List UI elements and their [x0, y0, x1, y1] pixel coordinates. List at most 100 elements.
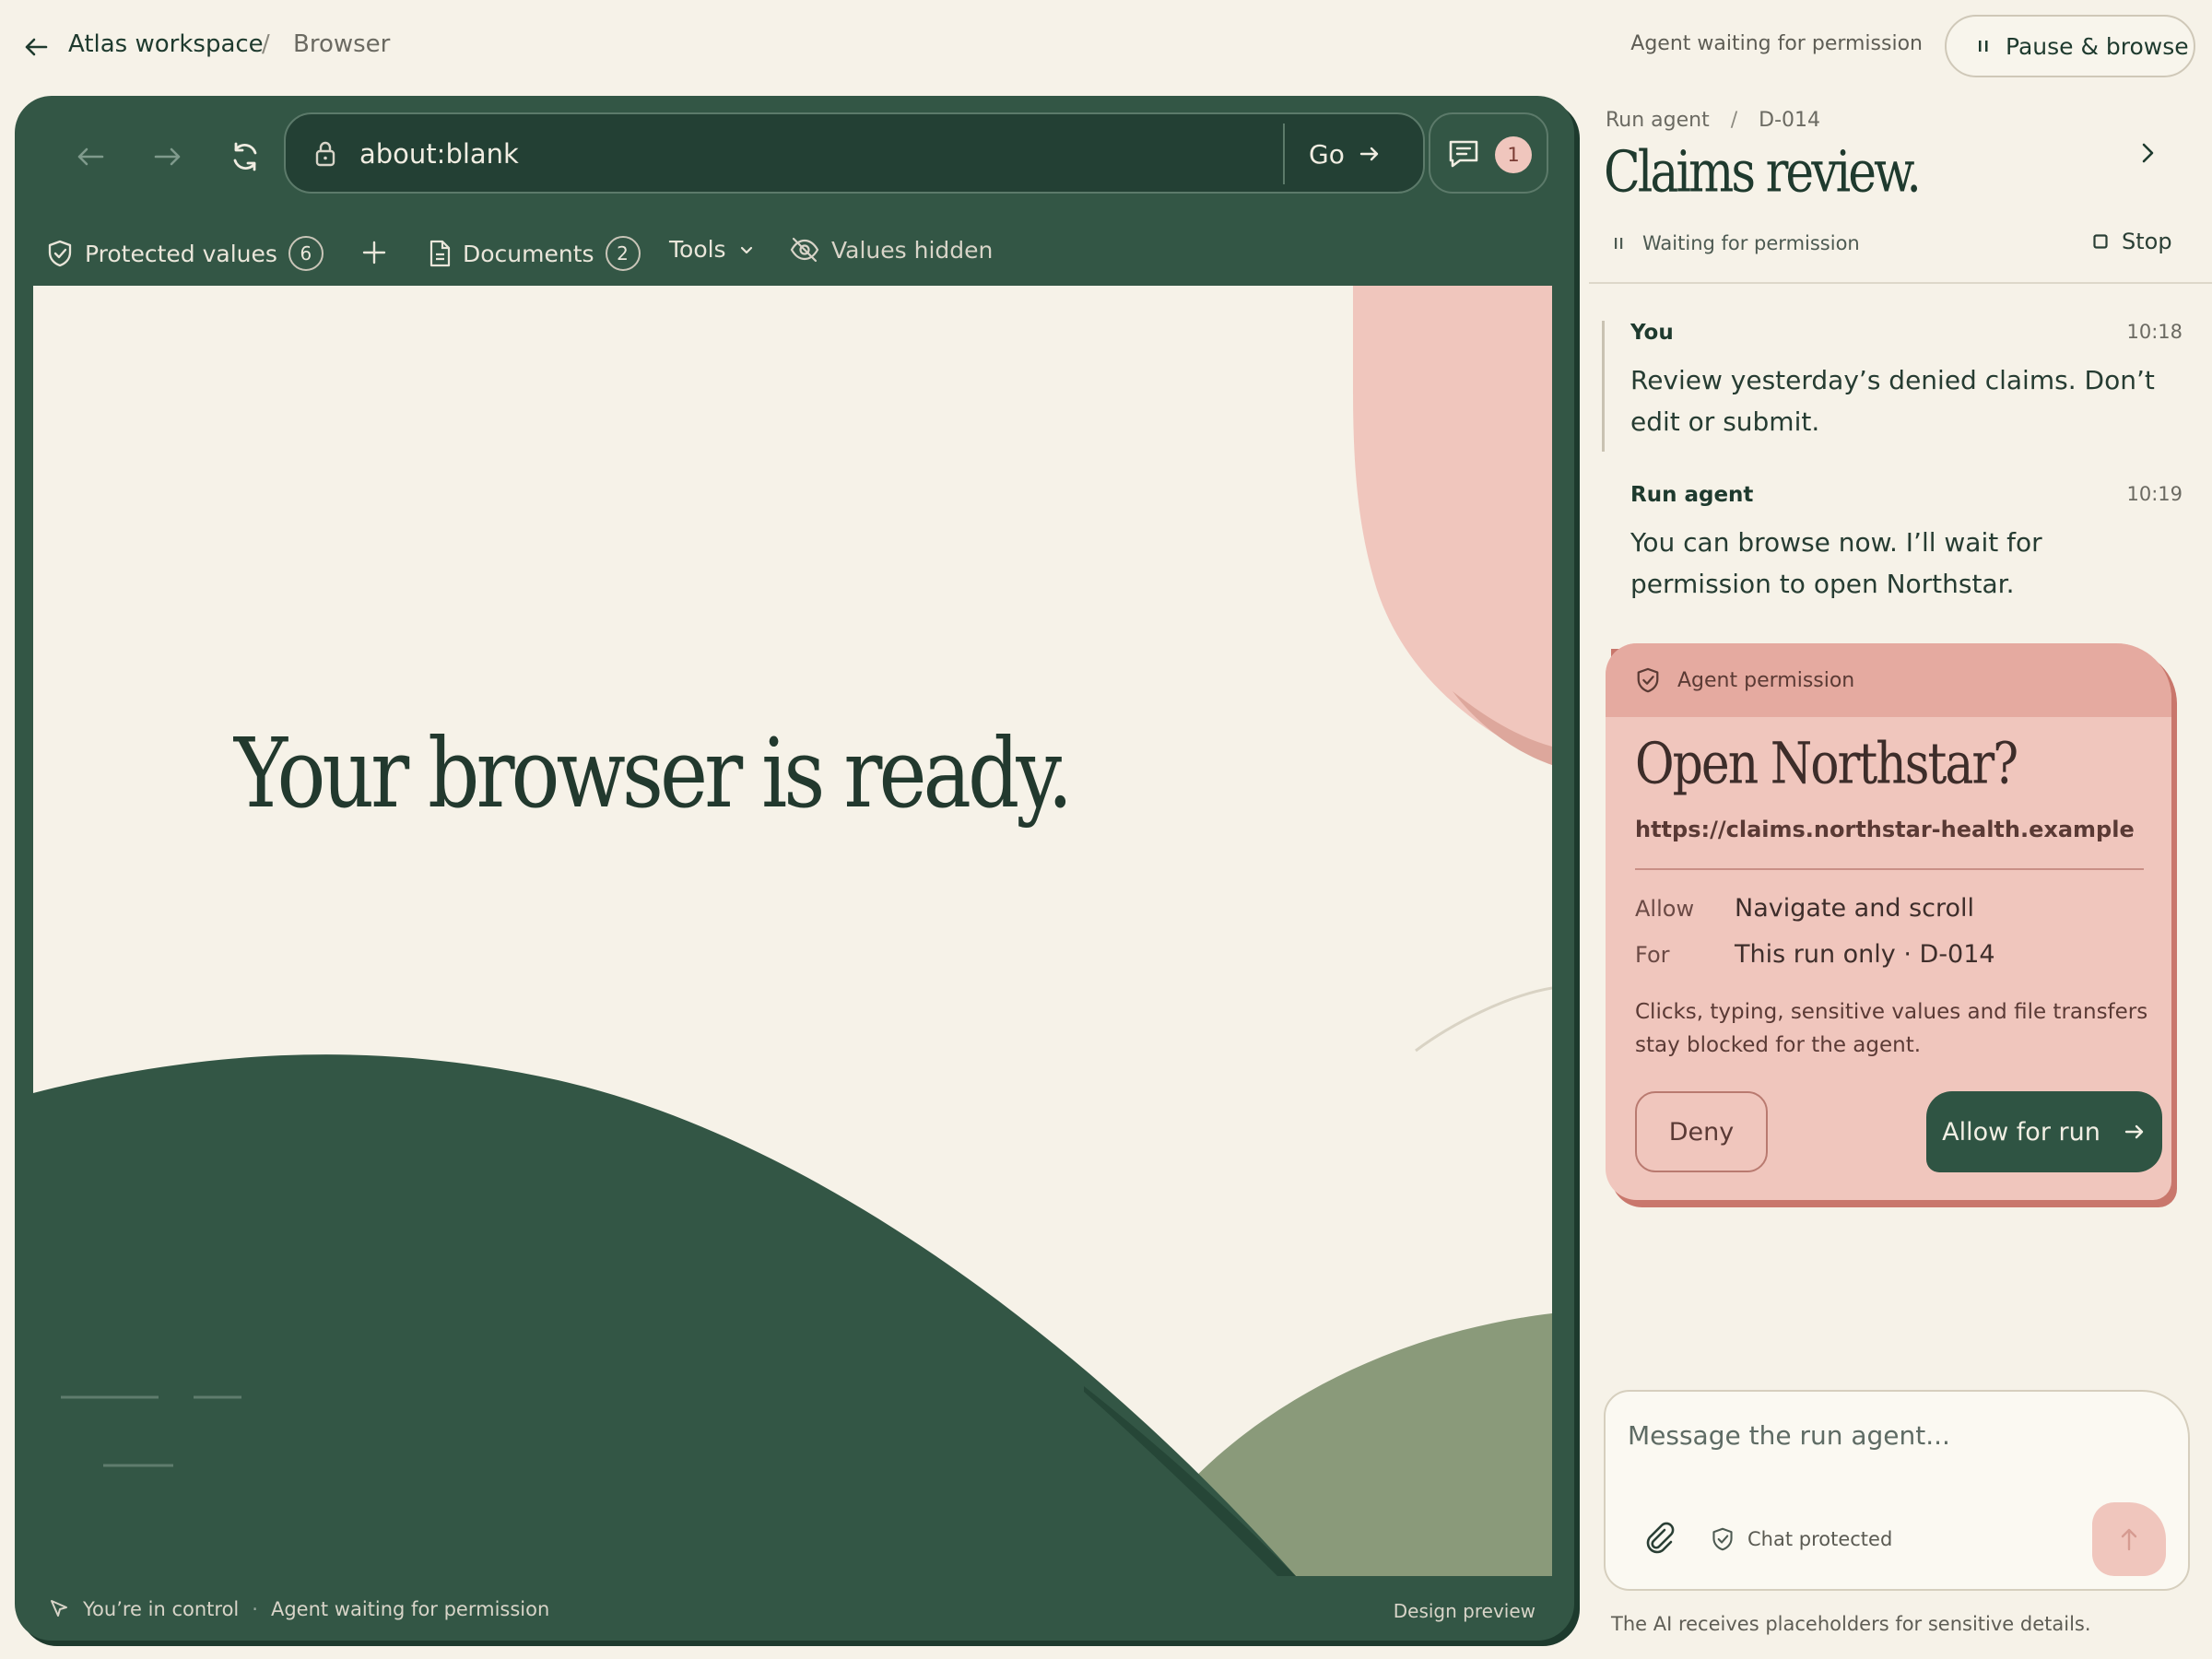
- footer-dot: ·: [252, 1598, 258, 1620]
- shield-check-icon: [1712, 1527, 1733, 1551]
- permission-allow-row: Allow Navigate and scroll: [1635, 894, 1974, 923]
- refresh-icon: [233, 142, 257, 171]
- control-label: You’re in control: [83, 1598, 240, 1620]
- values-hidden-label: Values hidden: [831, 236, 994, 264]
- permission-title: Open Northstar?: [1635, 732, 2018, 797]
- permission-divider: [1635, 868, 2144, 870]
- message-author: Run agent: [1630, 483, 1754, 507]
- browser-back-button[interactable]: [70, 136, 111, 177]
- tools-dropdown[interactable]: Tools: [669, 236, 756, 263]
- panel-title: Claims review.: [1604, 140, 1922, 206]
- browser-reload-button[interactable]: [225, 136, 265, 177]
- allow-for-run-label: Allow for run: [1942, 1117, 2100, 1147]
- arrow-up-icon: [2121, 1528, 2137, 1551]
- agent-panel: Run agent / D-014 Claims review. Waiting…: [1589, 92, 2212, 1659]
- message-time: 10:18: [2126, 321, 2183, 343]
- values-hidden-toggle[interactable]: Values hidden: [789, 236, 993, 264]
- tools-label: Tools: [669, 236, 726, 263]
- top-bar: Atlas workspace / Browser Agent waiting …: [0, 0, 2212, 92]
- arrow-right-icon: [1359, 147, 1379, 161]
- lock-icon: [315, 141, 335, 167]
- pause-icon: [1979, 41, 1988, 52]
- deny-button[interactable]: Deny: [1635, 1091, 1768, 1172]
- paperclip-icon: [1646, 1522, 1675, 1554]
- message-agent: Run agent 10:19 You can browse now. I’ll…: [1602, 483, 2183, 605]
- chevron-right-icon: [2142, 143, 2154, 163]
- message-text: You can browse now. I’ll wait for permis…: [1630, 527, 2042, 599]
- message-composer: Chat protected: [1604, 1390, 2190, 1591]
- protected-values-label: Protected values: [85, 240, 277, 267]
- arrow-right-icon: [2124, 1124, 2144, 1139]
- permission-scope-row: For This run only · D-014: [1635, 940, 1995, 969]
- collapse-panel-button[interactable]: [2133, 138, 2162, 168]
- send-button[interactable]: [2092, 1502, 2166, 1576]
- browser-viewport[interactable]: Your browser is ready.: [33, 286, 1552, 1576]
- chat-protected-indicator: Chat protected: [1711, 1526, 1892, 1552]
- shield-check-icon: [48, 240, 72, 267]
- permission-header: Agent permission: [1606, 643, 2171, 717]
- message-text: Review yesterday’s denied claims. Don’t …: [1630, 365, 2155, 437]
- allow-for-run-button[interactable]: Allow for run: [1926, 1091, 2162, 1172]
- go-button[interactable]: Go: [1300, 114, 1425, 194]
- browser-footer: You’re in control · Agent waiting for pe…: [15, 1582, 1574, 1641]
- browser-toolbar: Protected values 6 Documents 2 Tools Val…: [15, 218, 1574, 284]
- arrow-left-icon: [25, 38, 48, 56]
- protected-values-button[interactable]: Protected values 6: [46, 236, 324, 271]
- message-user: You 10:18 Review yesterday’s denied clai…: [1602, 321, 2183, 452]
- pointer-icon: [51, 1600, 67, 1617]
- pause-browse-label: Pause & browse: [2006, 32, 2189, 60]
- message-time: 10:19: [2126, 483, 2183, 505]
- decorative-illustration: [33, 286, 1552, 1576]
- permission-allow-key: Allow: [1635, 896, 1695, 922]
- page-headline: Your browser is ready.: [234, 717, 1073, 830]
- control-status: You’re in control · Agent waiting for pe…: [48, 1598, 549, 1620]
- run-status: Waiting for permission: [1613, 232, 1860, 254]
- add-button[interactable]: [361, 240, 387, 265]
- panel-breadcrumb: Run agent / D-014: [1606, 109, 1820, 132]
- message-input[interactable]: [1628, 1412, 2162, 1458]
- message-author: You: [1630, 321, 1674, 345]
- stop-label: Stop: [2122, 229, 2172, 254]
- footer-agent-status: Agent waiting for permission: [270, 1598, 550, 1620]
- shield-check-icon: [1637, 667, 1659, 693]
- chat-protected-label: Chat protected: [1747, 1528, 1893, 1550]
- back-button[interactable]: [22, 33, 50, 61]
- forest-hill: [33, 1054, 1296, 1576]
- chat-count-badge: 1: [1495, 136, 1532, 173]
- breadcrumb-separator: /: [262, 30, 270, 58]
- pink-blob: [1353, 286, 1552, 765]
- attach-button[interactable]: [1642, 1521, 1677, 1556]
- stop-icon: [2093, 234, 2108, 249]
- stop-button[interactable]: Stop: [2092, 229, 2172, 254]
- ai-disclaimer: The AI receives placeholders for sensiti…: [1611, 1613, 2091, 1635]
- thin-arc: [1415, 986, 1552, 1053]
- permission-note: Clicks, typing, sensitive values and fil…: [1635, 1000, 2148, 1057]
- run-status-label: Waiting for permission: [1642, 232, 1860, 254]
- panel-breadcrumb-id: D-014: [1759, 109, 1821, 132]
- design-preview-label: Design preview: [1393, 1600, 1535, 1622]
- document-icon: [429, 240, 451, 267]
- plus-icon: [362, 241, 386, 265]
- breadcrumb-browser: Browser: [293, 30, 391, 58]
- url-text[interactable]: about:blank: [359, 138, 519, 170]
- breadcrumb-workspace[interactable]: Atlas workspace: [68, 30, 264, 58]
- address-bar[interactable]: about:blank Go: [284, 112, 1425, 194]
- permission-for-key: For: [1635, 942, 1670, 968]
- permission-url: https://claims.northstar-health.example: [1635, 817, 2135, 842]
- arrow-right-icon: [154, 147, 181, 166]
- url-divider: [1283, 124, 1285, 184]
- go-label: Go: [1309, 138, 1345, 170]
- agent-status-text: Agent waiting for permission: [1630, 32, 1923, 55]
- permission-for-value: This run only · D-014: [1735, 940, 1995, 969]
- pause-browse-button[interactable]: Pause & browse: [1945, 15, 2195, 77]
- panel-breadcrumb-separator: /: [1730, 109, 1738, 132]
- panel-breadcrumb-agent[interactable]: Run agent: [1606, 109, 1710, 132]
- permission-allow-value: Navigate and scroll: [1735, 894, 1975, 923]
- documents-button[interactable]: Documents 2: [428, 236, 641, 271]
- chat-toggle-button[interactable]: 1: [1429, 112, 1548, 194]
- browser-forward-button[interactable]: [147, 136, 188, 177]
- pause-icon: [1615, 238, 1623, 249]
- documents-label: Documents: [463, 240, 594, 267]
- eye-off-icon: [790, 237, 819, 263]
- permission-header-label: Agent permission: [1677, 668, 1855, 692]
